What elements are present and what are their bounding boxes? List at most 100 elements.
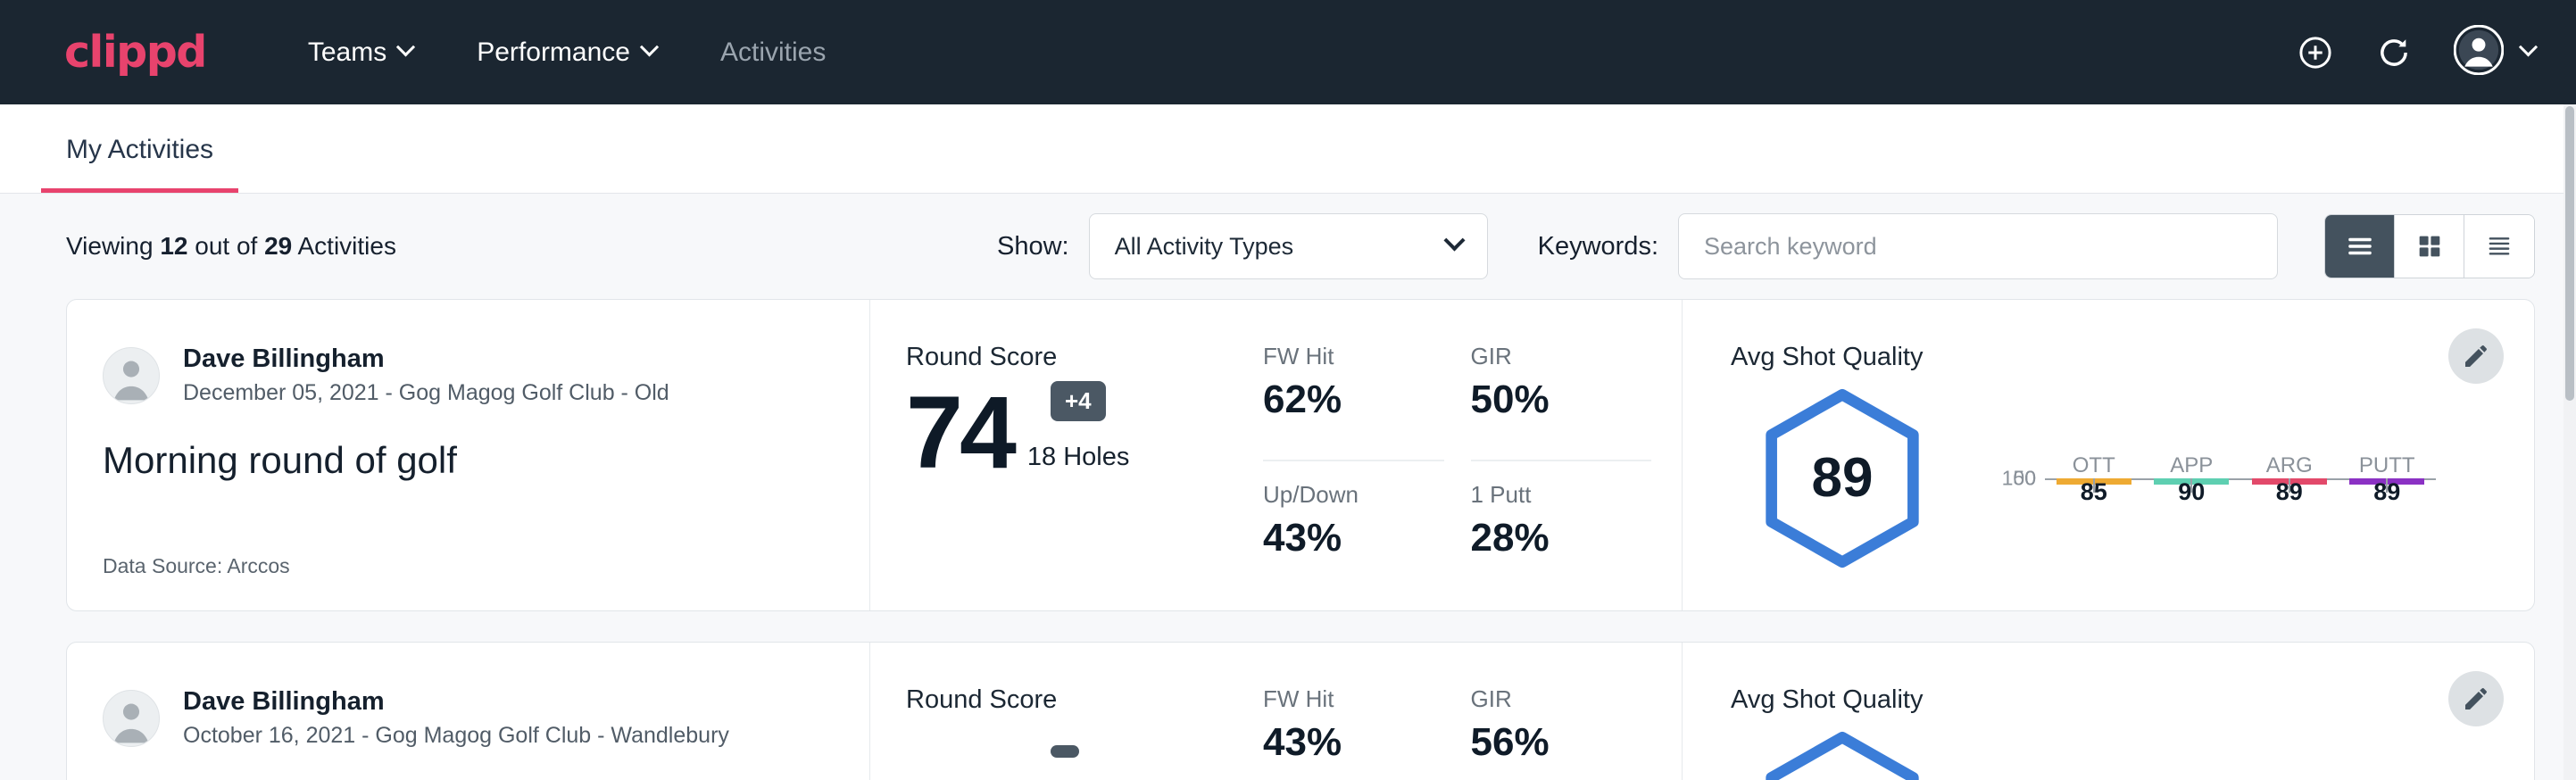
avg-shot-quality-label: Avg Shot Quality [1731, 685, 2436, 715]
stat-up-down-value: 43% [1263, 516, 1426, 560]
pencil-icon [2462, 685, 2490, 713]
viewing-mid: out of [187, 232, 264, 260]
stat-fw-hit: FW Hit 62% [1263, 343, 1444, 461]
stat-up-down: Up/Down 43% [1263, 461, 1444, 578]
stat-one-putt: 1 Putt 28% [1471, 461, 1652, 578]
nav-item-performance[interactable]: Performance [445, 37, 688, 68]
chevron-down-icon [1443, 229, 1465, 251]
nav-item-teams[interactable]: Teams [276, 37, 445, 68]
viewing-count: 12 [160, 232, 187, 260]
x-label-arg: ARG [2266, 453, 2313, 478]
y-tick-0: 0 [2024, 466, 2036, 490]
avg-shot-quality-hexagon: 89 [1761, 388, 1924, 568]
hexagon-icon [1761, 731, 1924, 780]
edit-activity-button[interactable] [2448, 671, 2504, 726]
x-tick-putt [2386, 478, 2388, 493]
avg-shot-quality-column: Avg Shot Quality 89 100 50 0 [1683, 300, 2534, 610]
filter-bar: Viewing 12 out of 29 Activities Show: Al… [0, 194, 2576, 299]
show-label: Show: [997, 232, 1069, 261]
avg-shot-quality-body: 89 100 50 0 [1731, 378, 2436, 578]
stat-fw-hit-label: FW Hit [1263, 343, 1426, 370]
activity-type-select-value: All Activity Types [1115, 233, 1294, 261]
x-label-ott: OTT [2073, 453, 2115, 478]
viewing-suffix: Activities [292, 232, 396, 260]
activity-author: Dave Billingham December 05, 2021 - Gog … [103, 343, 834, 409]
chevron-down-icon [640, 37, 659, 56]
round-score-to-par-badge: +4 [1051, 381, 1106, 421]
round-score-value-group: 74 +4 18 Holes [906, 386, 1263, 481]
activity-meta: October 16, 2021 - Gog Magog Golf Club -… [183, 721, 729, 751]
activity-author: Dave Billingham October 16, 2021 - Gog M… [103, 685, 834, 751]
activity-card[interactable]: Dave Billingham October 16, 2021 - Gog M… [66, 642, 2535, 780]
avg-shot-quality-hexagon [1761, 731, 1924, 780]
viewing-prefix: Viewing [66, 232, 160, 260]
nav-item-performance-label: Performance [477, 37, 630, 68]
chevron-down-icon [2519, 37, 2538, 56]
tab-bar: My Activities [0, 104, 2576, 194]
avatar [103, 690, 160, 747]
nav-item-activities[interactable]: Activities [688, 37, 858, 68]
stat-up-down-label: Up/Down [1263, 481, 1426, 509]
view-mode-grid-button[interactable] [2395, 215, 2464, 278]
activity-author-name: Dave Billingham [183, 685, 729, 718]
stat-one-putt-label: 1 Putt [1471, 481, 1634, 509]
avg-shot-quality-value: 89 [1812, 446, 1874, 510]
round-score-label: Round Score [906, 343, 1263, 372]
round-score-label: Round Score [906, 685, 1263, 715]
activity-card[interactable]: Dave Billingham December 05, 2021 - Gog … [66, 299, 2535, 611]
x-label-app: APP [2170, 453, 2213, 478]
avg-shot-quality-hexagon-wrap: 89 [1731, 388, 1954, 568]
page-scrollbar[interactable] [2564, 104, 2576, 780]
round-score-column: Round Score [870, 643, 1263, 780]
avatar-icon [2454, 25, 2504, 79]
x-label-putt: PUTT [2359, 453, 2415, 478]
stat-fw-hit-value: 43% [1263, 720, 1426, 765]
account-menu[interactable] [2454, 25, 2535, 79]
stat-fw-hit-label: FW Hit [1263, 685, 1426, 713]
round-score-column: Round Score 74 +4 18 Holes [870, 300, 1263, 610]
avg-shot-quality-hexagon-wrap [1731, 731, 1954, 780]
activity-card-list: Dave Billingham December 05, 2021 - Gog … [0, 299, 2576, 780]
nav-item-teams-label: Teams [308, 37, 386, 68]
top-navigation-bar: clippd Teams Performance Activities [0, 0, 2576, 104]
viewing-total: 29 [264, 232, 292, 260]
edit-activity-button[interactable] [2448, 328, 2504, 384]
viewing-summary: Viewing 12 out of 29 Activities [66, 232, 396, 261]
view-mode-compact-button[interactable] [2464, 215, 2534, 278]
stat-gir: GIR 56% [1471, 685, 1652, 780]
activity-summary-column: Dave Billingham October 16, 2021 - Gog M… [67, 643, 870, 780]
activity-meta: December 05, 2021 - Gog Magog Golf Club … [183, 378, 669, 409]
stat-gir-label: GIR [1471, 685, 1634, 713]
activity-summary-column: Dave Billingham December 05, 2021 - Gog … [67, 300, 870, 610]
avg-shot-quality-column: Avg Shot Quality 100 50 0 [1683, 643, 2534, 780]
x-tick-ott [2093, 478, 2095, 493]
stat-fw-hit: FW Hit 43% [1263, 685, 1444, 780]
round-score-value: 74 [906, 386, 1013, 481]
activity-title: Morning round of golf [103, 439, 834, 482]
stat-gir-label: GIR [1471, 343, 1634, 370]
round-holes-label: 18 Holes [1027, 443, 1129, 481]
chevron-down-icon [396, 37, 415, 56]
activity-data-source: Data Source: Arccos [103, 554, 834, 578]
refresh-icon[interactable] [2375, 34, 2413, 71]
stat-gir-value: 50% [1471, 378, 1634, 422]
nav-actions [2297, 25, 2535, 79]
add-circle-icon[interactable] [2297, 34, 2334, 71]
tab-my-activities[interactable]: My Activities [41, 135, 238, 193]
round-stats-grid: FW Hit 62% GIR 50% Up/Down 43% 1 Putt 28… [1263, 300, 1683, 610]
keywords-label: Keywords: [1538, 232, 1658, 261]
activity-type-select[interactable]: All Activity Types [1089, 213, 1488, 279]
search-input[interactable] [1678, 213, 2278, 279]
avatar [103, 347, 160, 404]
view-mode-list-button[interactable] [2325, 215, 2395, 278]
nav-item-activities-label: Activities [720, 37, 826, 68]
tab-my-activities-label: My Activities [66, 135, 213, 164]
primary-nav-links: Teams Performance Activities [276, 37, 858, 68]
page-scrollbar-thumb[interactable] [2565, 106, 2574, 401]
round-score-to-par-badge [1051, 745, 1079, 758]
avg-shot-quality-label: Avg Shot Quality [1731, 343, 2436, 372]
clippd-logo[interactable]: clippd [64, 30, 206, 74]
round-stats-grid: FW Hit 43% GIR 56% [1263, 643, 1683, 780]
stat-gir-value: 56% [1471, 720, 1634, 765]
filter-controls: Show: All Activity Types Keywords: [997, 213, 2535, 279]
